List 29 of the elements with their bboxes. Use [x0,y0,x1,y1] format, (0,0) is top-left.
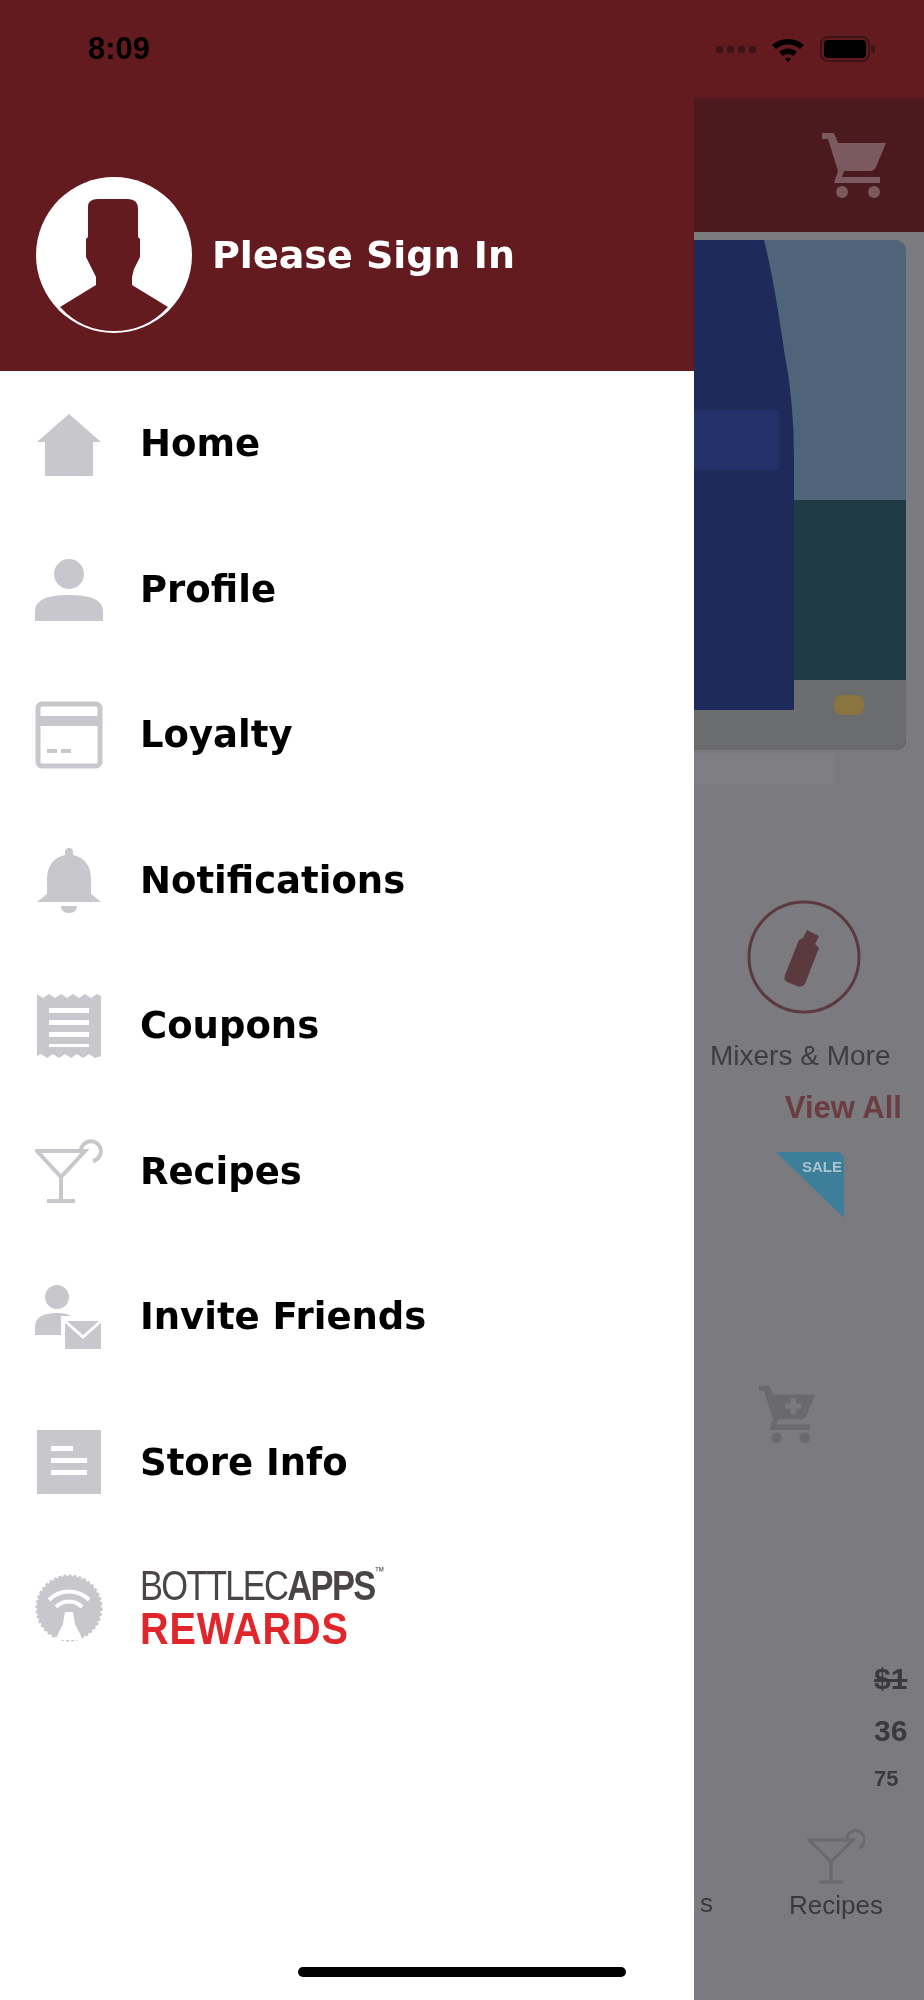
price-text: 75 [874,1768,899,1790]
battery-icon [820,35,876,63]
menu-item[interactable]: Recipes [0,1098,694,1244]
cart-icon[interactable] [822,131,888,199]
menu-item[interactable]: Coupons [0,953,694,1099]
sale-tag [776,1152,844,1218]
signal-icon [716,44,756,54]
menu-item[interactable]: Profile [0,516,694,662]
category-label: Mixers & More [710,1040,892,1072]
menu-item[interactable]: Home [0,371,694,517]
sale-text: SALE [802,1158,842,1175]
menu-item[interactable]: Loyalty [0,662,694,808]
receipt-icon [35,991,103,1060]
card-icon [35,700,103,769]
person-envelope-icon [35,1282,103,1351]
avatar-icon[interactable] [36,176,192,333]
cocktail-glass-icon [35,1137,103,1206]
status-time: 8:09 [88,31,151,67]
rewards-menu-item[interactable]: BOTTLECAPPS$^{™}$ REWARDS [0,1535,694,1681]
shaker-icon[interactable] [747,900,861,1014]
sign-in-link[interactable]: Please Sign In [212,232,515,277]
bell-icon [35,846,103,915]
price-text: 36 [874,1716,908,1746]
document-icon [35,1428,103,1497]
rewards-logo-icon [35,1573,103,1642]
menu-item[interactable]: Invite Friends [0,1244,694,1390]
menu-item[interactable]: Store Info [0,1389,694,1535]
menu-item[interactable]: Notifications [0,807,694,953]
price-text: $1 [874,1664,908,1694]
